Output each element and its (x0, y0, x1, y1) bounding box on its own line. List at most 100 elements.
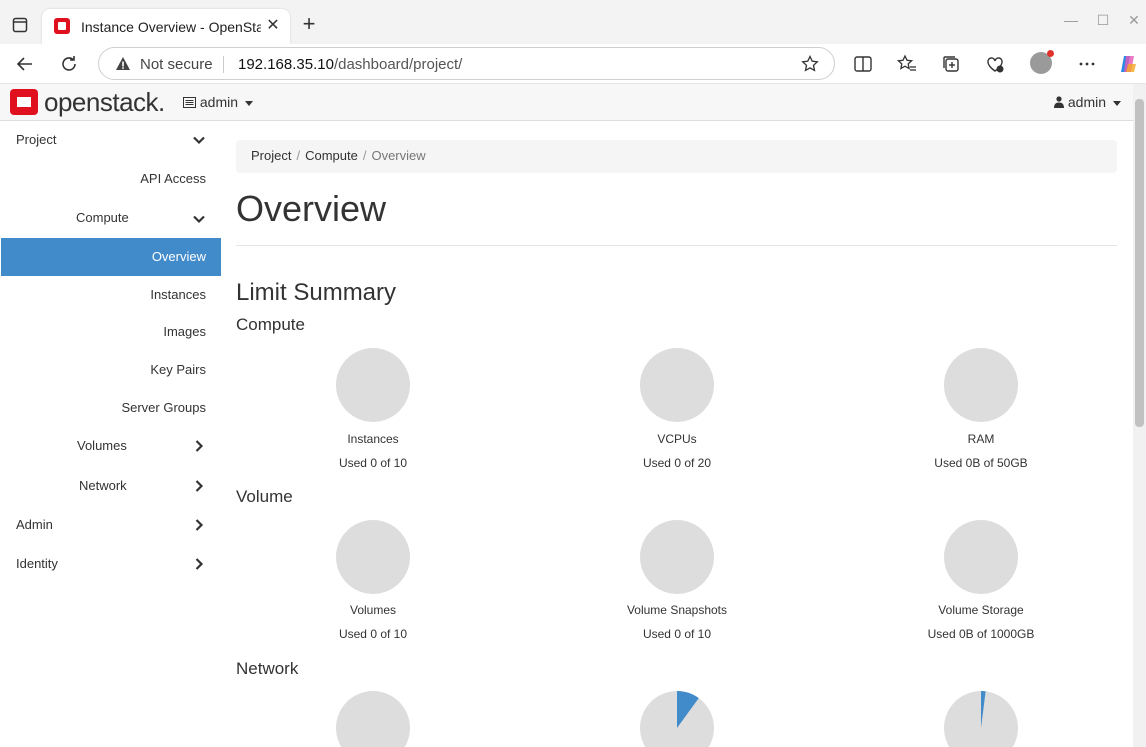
split-screen-icon[interactable] (853, 54, 873, 74)
close-window-icon[interactable]: ✕ (1126, 12, 1142, 28)
title-divider (236, 245, 1117, 246)
chevron-right-icon (195, 558, 204, 570)
sidebar-item-label: Project (16, 132, 57, 147)
pie-label-vcpus: VCPUs (657, 432, 697, 446)
pie-chart-volumes (336, 520, 410, 594)
sidebar-item-label: Volumes (77, 438, 127, 453)
brand-name: openstack. (44, 87, 165, 117)
sidebar-nav: Project API Access Compute Overview Inst… (0, 121, 221, 747)
tab-title: Instance Overview - OpenStack (81, 19, 261, 35)
sidebar-item-api-access[interactable]: API Access (1, 160, 221, 198)
maximize-icon[interactable]: ☐ (1095, 12, 1111, 28)
project-name: admin (199, 94, 239, 110)
favorite-star-icon[interactable] (801, 55, 819, 73)
sidebar-item-label: Network (79, 478, 127, 493)
pie-chart-ram (944, 348, 1018, 422)
profile-avatar[interactable] (1030, 50, 1054, 74)
sidebar-item-label: Overview (151, 249, 206, 264)
minimize-icon[interactable]: — (1063, 12, 1079, 28)
sidebar-item-label: API Access (140, 171, 206, 186)
pie-background (336, 520, 410, 594)
page-viewport: openstack. admin admin Project API Acces… (0, 84, 1146, 747)
breadcrumb-project[interactable]: Project (251, 148, 291, 163)
copilot-icon[interactable] (1118, 54, 1138, 74)
url-text[interactable]: 192.168.35.10/dashboard/project/ (238, 56, 462, 73)
sidebar-item-label: Key Pairs (150, 362, 206, 377)
openstack-favicon-icon (54, 18, 70, 34)
page-scrollbar[interactable] (1133, 84, 1146, 747)
sidebar-item-overview[interactable]: Overview (1, 238, 221, 276)
breadcrumb-compute[interactable]: Compute (305, 148, 358, 163)
sidebar-item-label: Admin (16, 517, 53, 532)
breadcrumb-separator: / (362, 148, 367, 163)
pie-background (944, 520, 1018, 594)
more-options-icon[interactable] (1077, 54, 1097, 74)
pie-label-ram: RAM (967, 432, 995, 446)
pie-chart-network-3 (944, 691, 1018, 747)
pie-used-volume-storage: Used 0B of 1000GB (927, 627, 1035, 641)
section-volume-heading: Volume (236, 487, 293, 506)
sidebar-item-identity[interactable]: Identity (1, 548, 221, 587)
breadcrumb-separator: / (296, 148, 301, 163)
browser-essentials-icon[interactable] (985, 54, 1005, 74)
openstack-header: openstack. admin admin (0, 84, 1133, 121)
chevron-right-icon (195, 519, 204, 531)
section-compute-heading: Compute (236, 315, 305, 334)
sidebar-item-admin[interactable]: Admin (1, 509, 221, 548)
tab-actions-icon[interactable] (12, 17, 28, 33)
user-menu[interactable]: admin (1054, 94, 1121, 110)
user-icon (1054, 96, 1064, 108)
breadcrumb: Project / Compute / Overview (236, 140, 1117, 173)
reload-icon[interactable] (58, 53, 80, 75)
favorites-icon[interactable] (897, 54, 917, 74)
sidebar-item-compute[interactable]: Compute (1, 199, 221, 237)
caret-down-icon (244, 100, 253, 106)
pie-used-volumes: Used 0 of 10 (338, 627, 408, 641)
pie-used-ram: Used 0B of 50GB (934, 456, 1028, 470)
limit-summary-heading: Limit Summary (236, 279, 397, 306)
pie-label-volumes: Volumes (349, 603, 397, 617)
new-tab-icon[interactable]: + (299, 13, 319, 35)
project-list-icon (183, 97, 196, 108)
tab-close-icon[interactable]: ✕ (264, 17, 282, 35)
back-icon[interactable] (14, 53, 36, 75)
chevron-down-icon (193, 215, 205, 224)
sidebar-item-label: Images (163, 324, 206, 339)
sidebar-item-instances[interactable]: Instances (1, 277, 221, 315)
pie-background (944, 348, 1018, 422)
sidebar-item-label: Instances (150, 287, 206, 302)
browser-toolbar: Not secure 192.168.35.10/dashboard/proje… (0, 44, 1146, 84)
sidebar-item-project[interactable]: Project (1, 121, 221, 159)
browser-tab[interactable]: Instance Overview - OpenStack ✕ (42, 9, 290, 44)
pie-chart-volume-snapshots (640, 520, 714, 594)
pie-background (336, 348, 410, 422)
page-title: Overview (236, 188, 387, 229)
sidebar-item-key-pairs[interactable]: Key Pairs (1, 353, 221, 391)
not-secure-label[interactable]: Not secure (140, 56, 213, 73)
pie-chart-vcpus (640, 348, 714, 422)
omnibox-divider (223, 56, 224, 73)
collections-icon[interactable] (941, 54, 961, 74)
sidebar-item-label: Compute (76, 210, 129, 225)
scrollbar-thumb[interactable] (1135, 99, 1144, 427)
chevron-right-icon (195, 440, 204, 452)
sidebar-item-label: Identity (16, 556, 58, 571)
section-network-heading: Network (236, 659, 299, 678)
chevron-right-icon (195, 480, 204, 492)
pie-label-instances: Instances (347, 432, 399, 446)
sidebar-item-network[interactable]: Network (1, 469, 221, 509)
pie-used-instances: Used 0 of 10 (338, 456, 408, 470)
sidebar-item-volumes[interactable]: Volumes (1, 429, 221, 469)
project-switcher[interactable]: admin (183, 94, 253, 110)
sidebar-item-server-groups[interactable]: Server Groups (1, 391, 221, 429)
pie-chart-network-1 (336, 691, 410, 747)
pie-chart-volume-storage (944, 520, 1018, 594)
address-bar[interactable]: Not secure 192.168.35.10/dashboard/proje… (98, 47, 835, 80)
warning-icon[interactable] (115, 56, 131, 72)
sidebar-item-images[interactable]: Images (1, 315, 221, 353)
pie-background (640, 520, 714, 594)
pie-used-vcpus: Used 0 of 20 (642, 456, 712, 470)
sidebar-item-label: Server Groups (121, 400, 206, 415)
user-name: admin (1067, 94, 1107, 110)
openstack-logo-icon (10, 89, 38, 115)
